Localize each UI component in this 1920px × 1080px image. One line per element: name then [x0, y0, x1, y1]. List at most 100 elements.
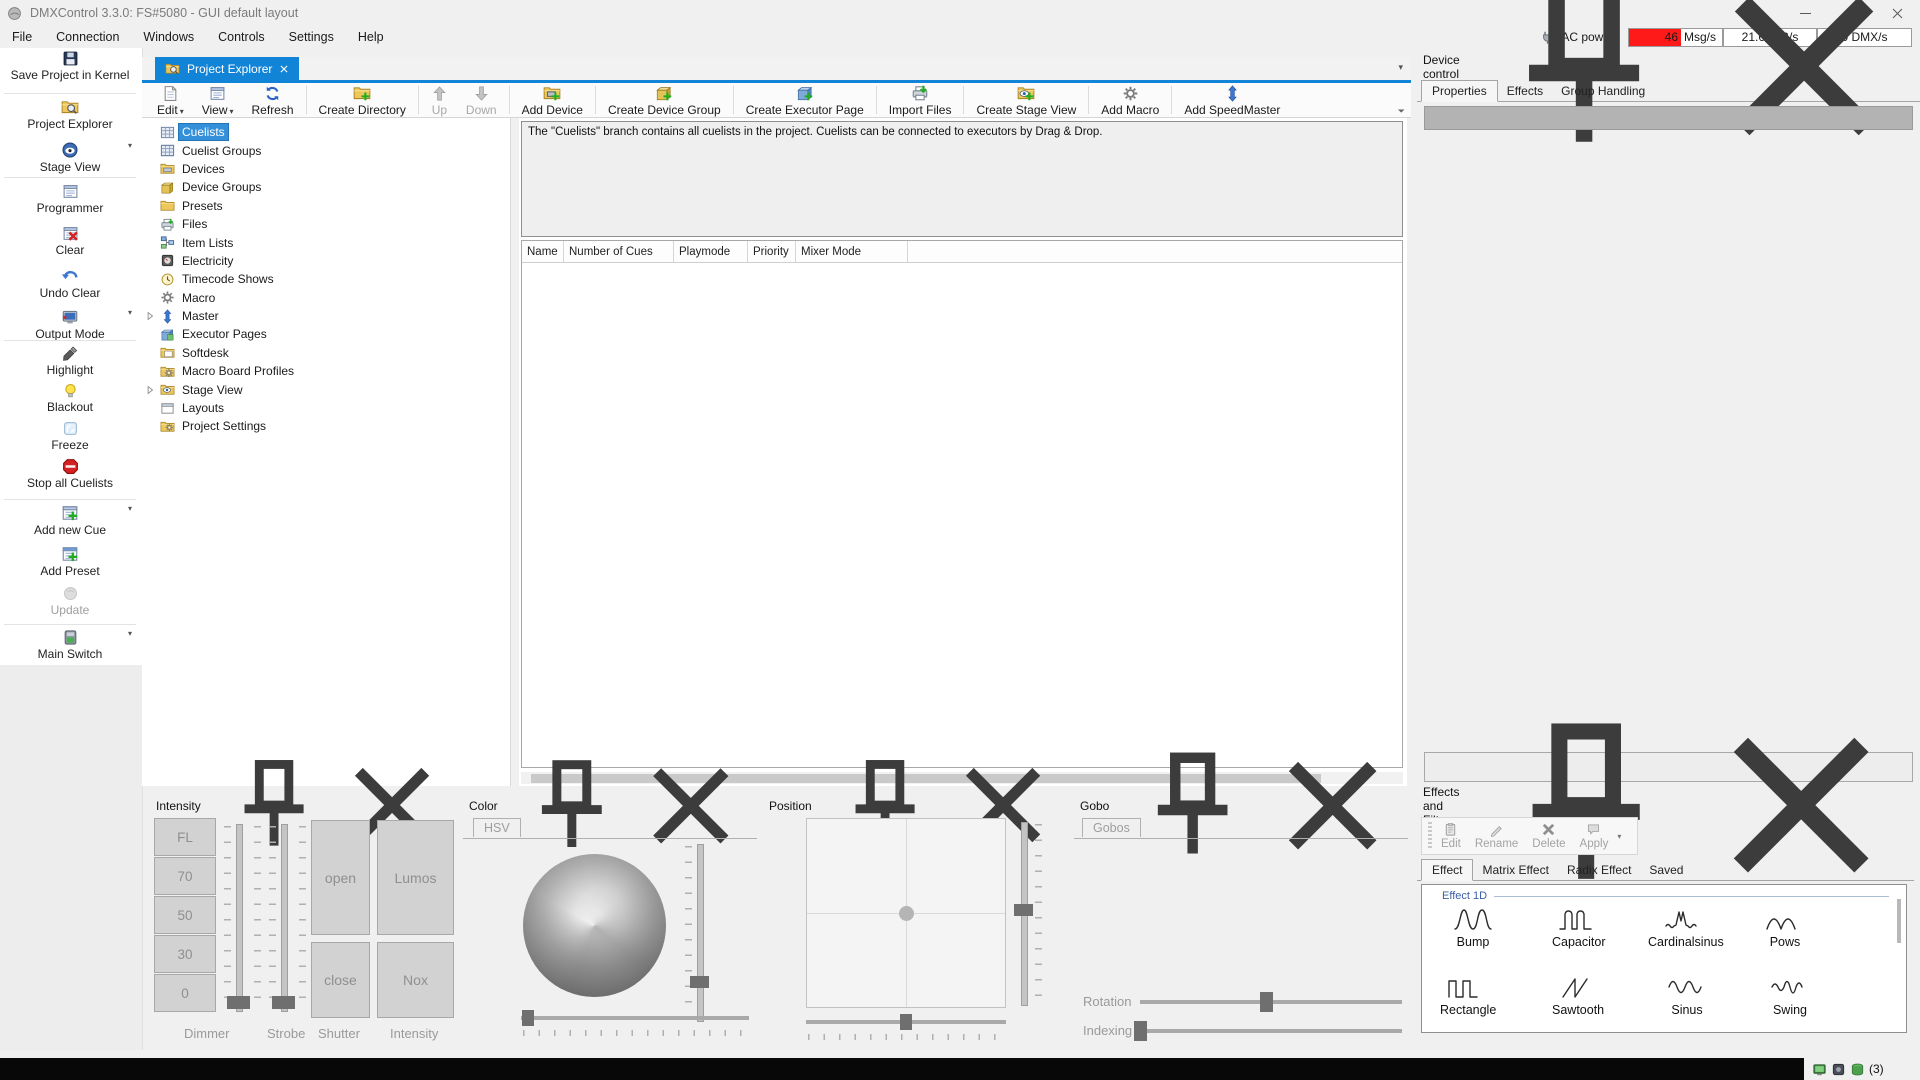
pan-slider-thumb[interactable]: [900, 1014, 912, 1030]
main-switch-dropdown-arrow[interactable]: ▾: [128, 629, 138, 638]
sidebar-item-project-explorer[interactable]: Project Explorer: [0, 98, 140, 131]
tab-project-explorer[interactable]: Project Explorer: [155, 57, 299, 80]
sidebar-item-save-project[interactable]: Save Project in Kernel: [0, 50, 140, 82]
tree-item-macro[interactable]: Macro: [142, 289, 510, 307]
intensity-nox-button[interactable]: Nox: [377, 942, 454, 1018]
pin-icon[interactable]: [512, 746, 632, 866]
hue-slider-track[interactable]: [521, 1016, 749, 1020]
tab-effect[interactable]: Effect: [1421, 859, 1473, 881]
column-name[interactable]: Name: [522, 241, 564, 262]
column-number-of-cues[interactable]: Number of Cues: [564, 241, 674, 262]
tree-item-presets[interactable]: Presets: [142, 197, 510, 215]
toolbar-add-speedmaster-button[interactable]: Add SpeedMaster: [1175, 84, 1289, 117]
sidebar-item-highlight[interactable]: Highlight: [0, 345, 140, 377]
tree-item-stage-view[interactable]: Stage View: [142, 380, 510, 398]
effect-item-swing[interactable]: Swing: [1767, 973, 1813, 1017]
sidebar-item-clear[interactable]: Clear: [0, 225, 140, 257]
tab-effects[interactable]: Effects: [1498, 81, 1552, 101]
output-mode-dropdown-arrow[interactable]: ▾: [128, 308, 138, 317]
effect-item-sawtooth[interactable]: Sawtooth: [1552, 973, 1604, 1017]
add-new-cue-dropdown-arrow[interactable]: ▾: [128, 504, 138, 513]
toolbar-overflow-icon[interactable]: ⏷: [1398, 106, 1405, 117]
menu-file[interactable]: File: [0, 27, 44, 47]
tree-item-electricity[interactable]: Electricity: [142, 252, 510, 270]
close-panel-icon[interactable]: [1263, 736, 1402, 875]
hsv-tab[interactable]: HSV: [473, 818, 521, 837]
rotation-slider-thumb[interactable]: [1260, 992, 1273, 1012]
effects-apply-button[interactable]: Apply: [1575, 822, 1614, 850]
sidebar-item-update[interactable]: Update: [0, 585, 140, 617]
tab-properties[interactable]: Properties: [1421, 80, 1498, 102]
tree-item-cuelists[interactable]: Cuelists: [142, 123, 510, 141]
tree-item-timecode-shows[interactable]: Timecode Shows: [142, 270, 510, 288]
column-playmode[interactable]: Playmode: [674, 241, 748, 262]
effects-rename-button[interactable]: Rename: [1470, 822, 1523, 850]
indexing-slider-track[interactable]: [1140, 1029, 1402, 1033]
tree-item-devices[interactable]: Devices: [142, 160, 510, 178]
tab-matrix-effect[interactable]: Matrix Effect: [1473, 860, 1557, 880]
shutter-open-button[interactable]: open: [311, 820, 370, 935]
sidebar-item-stage-view[interactable]: Stage View: [0, 141, 140, 174]
menu-settings[interactable]: Settings: [277, 27, 346, 47]
toolbar-down-button[interactable]: Down: [457, 84, 506, 117]
pan-tilt-pad[interactable]: [806, 818, 1006, 1008]
sidebar-item-undo-clear[interactable]: Undo Clear: [0, 267, 140, 300]
tab-radix-effect[interactable]: Radix Effect: [1558, 860, 1640, 880]
sidebar-item-freeze[interactable]: Freeze: [0, 420, 140, 452]
tab-saved[interactable]: Saved: [1640, 860, 1692, 880]
connections-status-icon[interactable]: [1850, 1062, 1865, 1077]
tree-item-project-settings[interactable]: Project Settings: [142, 417, 510, 435]
toolbar-create-device-group-button[interactable]: Create Device Group: [599, 83, 730, 117]
effect-item-sinus[interactable]: Sinus: [1664, 973, 1710, 1017]
tree-item-master[interactable]: Master: [142, 307, 510, 325]
tree-item-files[interactable]: Files: [142, 215, 510, 233]
tree-item-macro-board-profiles[interactable]: Macro Board Profiles: [142, 362, 510, 380]
toolbar-create-stage-view-button[interactable]: Create Stage View: [967, 83, 1085, 117]
toolbar-view-button[interactable]: View▾: [193, 84, 243, 117]
menu-help[interactable]: Help: [346, 27, 396, 47]
intensity-preset-30[interactable]: 30: [154, 935, 216, 973]
interface-status-icon[interactable]: [1831, 1062, 1846, 1077]
column-priority[interactable]: Priority: [748, 241, 796, 262]
toolbar-refresh-button[interactable]: Refresh: [243, 84, 303, 117]
effect-item-pows[interactable]: Pows: [1762, 905, 1808, 949]
strobe-fader-thumb[interactable]: [272, 996, 295, 1009]
effects-edit-button[interactable]: Edit: [1436, 822, 1466, 850]
strobe-fader-track[interactable]: [281, 824, 288, 1012]
menu-windows[interactable]: Windows: [131, 27, 206, 47]
kernel-status-icon[interactable]: [1812, 1062, 1827, 1077]
intensity-preset-50[interactable]: 50: [154, 896, 216, 934]
tree-item-item-lists[interactable]: Item Lists: [142, 233, 510, 251]
toolbar-create-directory-button[interactable]: Create Directory: [310, 83, 415, 117]
effects-scrollbar-thumb[interactable]: [1897, 899, 1901, 943]
expander-icon[interactable]: [144, 385, 156, 395]
sidebar-item-add-preset[interactable]: Add Preset: [0, 545, 140, 578]
column-mixer-mode[interactable]: Mixer Mode: [796, 241, 908, 262]
value-slider-track[interactable]: [697, 844, 704, 1022]
intensity-preset-70[interactable]: 70: [154, 857, 216, 895]
sidebar-item-main-switch[interactable]: Main Switch: [0, 629, 140, 661]
tree-item-layouts[interactable]: Layouts: [142, 399, 510, 417]
value-slider-thumb[interactable]: [690, 976, 709, 988]
effect-item-capacitor[interactable]: Capacitor: [1552, 905, 1606, 949]
menu-connection[interactable]: Connection: [44, 27, 131, 47]
tab-group-handling[interactable]: Group Handling: [1552, 81, 1654, 101]
toolbar-add-device-button[interactable]: Add Device: [513, 83, 592, 117]
tab-list-dropdown-icon[interactable]: ▾: [1398, 62, 1403, 73]
intensity-preset-fl[interactable]: FL: [154, 818, 216, 856]
sidebar-item-programmer[interactable]: Programmer: [0, 183, 140, 215]
tab-close-icon[interactable]: [279, 64, 289, 74]
hsv-color-wheel[interactable]: [523, 854, 666, 997]
shutter-close-button[interactable]: close: [311, 942, 370, 1018]
dimmer-fader-track[interactable]: [236, 824, 243, 1012]
apply-dropdown-arrow[interactable]: ▾: [1617, 832, 1621, 841]
cuelist-table[interactable]: Name Number of Cues Playmode Priority Mi…: [521, 240, 1403, 768]
sidebar-item-add-new-cue[interactable]: Add new Cue: [0, 504, 140, 537]
toolbar-up-button[interactable]: Up: [422, 84, 457, 117]
stage-view-dropdown-arrow[interactable]: ▾: [128, 141, 138, 150]
effects-delete-button[interactable]: Delete: [1527, 822, 1570, 850]
effect-item-rectangle[interactable]: Rectangle: [1440, 973, 1496, 1017]
sidebar-item-output-mode[interactable]: Output Mode: [0, 308, 140, 341]
expander-icon[interactable]: [144, 311, 156, 321]
close-panel-icon[interactable]: [1694, 0, 1914, 177]
